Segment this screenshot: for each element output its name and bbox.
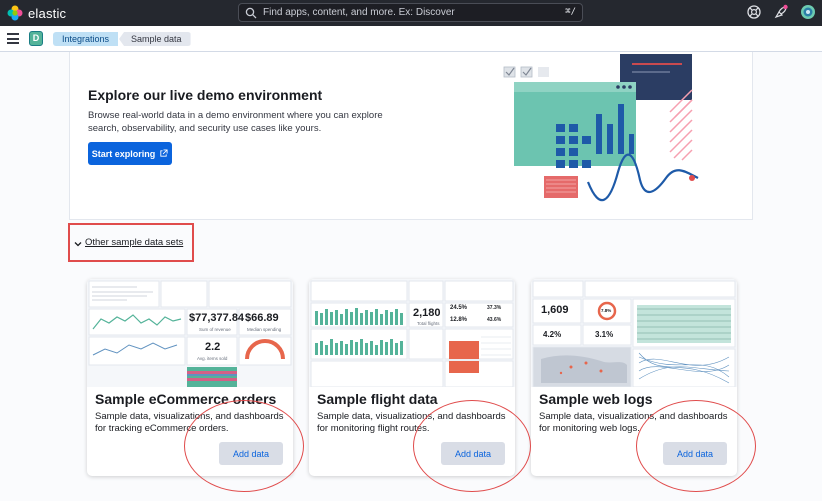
breadcrumb-bar: D Integrations Sample data <box>0 26 822 52</box>
preview-metric-items-label: Avg. items sold <box>197 356 228 361</box>
preview-gauge: 7.8% <box>601 308 612 313</box>
user-avatar-icon[interactable] <box>800 4 816 20</box>
card-title: Sample flight data <box>317 391 438 407</box>
elastic-logo[interactable]: elastic <box>7 5 66 21</box>
page-body: Explore our live demo environment Browse… <box>0 52 822 501</box>
ecommerce-dashboard-preview: $77,377.84 Sum of revenue $66.89 Median … <box>87 279 293 387</box>
start-exploring-button[interactable]: Start exploring <box>88 142 172 165</box>
menu-bar-icon <box>7 42 19 44</box>
demo-description: Browse real-world data in a demo environ… <box>88 110 383 134</box>
flight-dashboard-preview: 2,180 Total flights 24.5% 12.8% 37.3% 43… <box>309 279 515 387</box>
breadcrumb-integrations[interactable]: Integrations <box>53 32 119 46</box>
card-title: Sample web logs <box>539 391 653 407</box>
card-description: Sample data, visualizations, and dashboa… <box>317 411 506 434</box>
newsfeed-icon[interactable] <box>773 4 789 20</box>
logo-text: elastic <box>28 5 67 21</box>
space-avatar[interactable]: D <box>29 31 43 46</box>
search-placeholder: Find apps, content, and more. Ex: Discov… <box>263 7 455 18</box>
chevron-down-icon <box>74 242 82 247</box>
external-link-icon <box>160 149 168 157</box>
menu-toggle-button[interactable] <box>7 33 19 44</box>
preview-metric-visits: 1,609 <box>541 304 569 316</box>
global-search-input[interactable]: Find apps, content, and more. Ex: Discov… <box>238 3 583 22</box>
sample-flight-card: 2,180 Total flights 24.5% 12.8% 37.3% 43… <box>309 279 515 476</box>
elastic-logo-icon <box>7 5 23 21</box>
preview-pct-4: 43.6% <box>487 317 502 323</box>
preview-pct-3: 37.3% <box>487 305 502 311</box>
menu-bar-icon <box>7 33 19 35</box>
preview-pct-2: 12.8% <box>450 317 468 323</box>
top-header: elastic Find apps, content, and more. Ex… <box>0 0 822 26</box>
preview-metric-items: 2.2 <box>205 341 221 353</box>
web-logs-preview-graphic <box>531 279 737 387</box>
sample-ecommerce-card: $77,377.84 Sum of revenue $66.89 Median … <box>87 279 293 476</box>
start-exploring-label: Start exploring <box>91 148 156 159</box>
menu-bar-icon <box>7 37 19 40</box>
other-sample-data-sets-toggle[interactable]: Other sample data sets <box>68 223 194 262</box>
preview-metric-median-label: Median spending <box>247 327 282 332</box>
preview-metric-median: $66.89 <box>245 312 279 324</box>
preview-metric-revenue-label: Sum of revenue <box>199 327 231 332</box>
card-description: Sample data, visualizations, and dashboa… <box>95 411 284 434</box>
sample-web-logs-card: 1,609 7.8% 4.2% 3.1% Sample web logs Sam… <box>531 279 737 476</box>
flight-preview-graphic <box>309 279 515 387</box>
help-icon[interactable] <box>746 4 762 20</box>
demo-environment-panel: Explore our live demo environment Browse… <box>69 52 753 220</box>
preview-metric-revenue: $77,377.84 <box>189 312 245 324</box>
preview-metric-flights: 2,180 <box>413 307 441 319</box>
preview-metric-flights-label: Total flights <box>417 321 440 326</box>
add-flight-data-button[interactable]: Add data <box>441 442 505 465</box>
other-sample-data-sets-label[interactable]: Other sample data sets <box>85 237 183 248</box>
demo-title: Explore our live demo environment <box>88 87 323 103</box>
preview-pct-1: 4.2% <box>543 330 562 339</box>
web-logs-dashboard-preview: 1,609 7.8% 4.2% 3.1% <box>531 279 737 387</box>
ecommerce-preview-graphic <box>87 279 293 387</box>
card-title: Sample eCommerce orders <box>95 391 277 407</box>
demo-illustration <box>503 54 699 202</box>
breadcrumb: Integrations Sample data <box>53 32 191 46</box>
search-icon <box>245 7 257 18</box>
preview-pct-2: 3.1% <box>595 330 614 339</box>
add-ecommerce-data-button[interactable]: Add data <box>219 442 283 465</box>
preview-pct-1: 24.5% <box>450 305 468 311</box>
breadcrumb-sample-data: Sample data <box>119 32 191 46</box>
search-shortcut: ⌘/ <box>565 7 576 17</box>
card-description: Sample data, visualizations, and dashboa… <box>539 411 728 434</box>
add-web-logs-data-button[interactable]: Add data <box>663 442 727 465</box>
